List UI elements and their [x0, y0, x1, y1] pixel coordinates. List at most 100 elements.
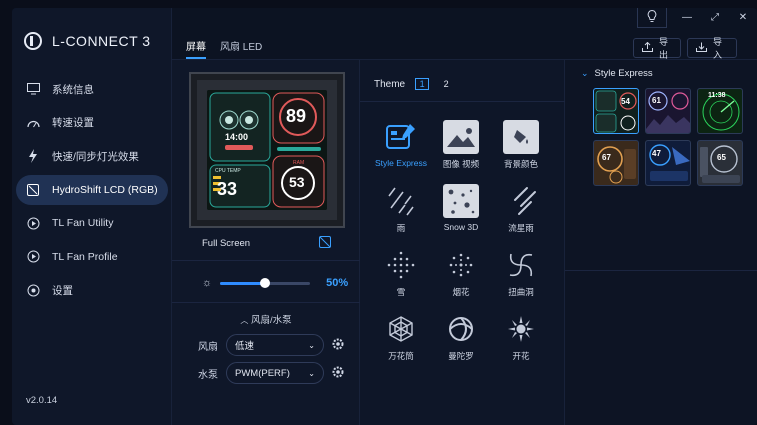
meteor-shower-icon: [503, 184, 539, 218]
lcd-cpu-label: CPU TEMP: [215, 168, 241, 174]
theme-item-snow[interactable]: 雪: [372, 248, 430, 298]
sidebar-nav: 系统信息 转速设置 快速/同步灯光效果 HydroShift LCD (RGB): [16, 74, 168, 309]
theme-page-2[interactable]: 2: [439, 78, 453, 90]
monitor-icon: [26, 82, 40, 96]
thumbnail-2-label: 61: [652, 96, 661, 105]
tab-fan-led[interactable]: 风扇 LED: [220, 38, 262, 59]
theme-item-image-video[interactable]: 图像 视频: [432, 120, 490, 170]
screen-off-icon: [319, 236, 331, 251]
theme-item-blossom[interactable]: 开花: [492, 312, 550, 362]
thumbnail-5-graphic: [649, 144, 690, 181]
fan-speed-select[interactable]: 低速 ⌄: [226, 334, 324, 356]
sidebar-item-label: HydroShift LCD (RGB): [52, 183, 158, 196]
theme-item-label: 雨: [396, 223, 406, 233]
theme-item-label: 曼陀罗: [448, 351, 474, 361]
style-thumbnail-5[interactable]: 47: [645, 140, 691, 186]
app-window: L-CONNECT 3 系统信息 转速设置 快速/同步灯光效果 HydroShi…: [12, 8, 757, 425]
fullscreen-toggle[interactable]: [319, 236, 331, 251]
theme-item-label: 万花筒: [388, 351, 414, 361]
rain-icon: [383, 184, 419, 218]
thumbnail-1-label: 54: [621, 97, 630, 106]
thumbnail-1-graphic: [595, 90, 637, 133]
tab-screen[interactable]: 屏幕: [186, 38, 206, 59]
style-express-header[interactable]: ⌄ Style Express: [581, 68, 653, 79]
sidebar-item-fan-speed[interactable]: 转速设置: [16, 108, 168, 138]
fan-label: 风扇: [198, 341, 218, 353]
theme-item-kaleidoscope[interactable]: 万花筒: [372, 312, 430, 362]
pump-settings-gear-icon[interactable]: [332, 366, 344, 381]
theme-item-label: 烟花: [452, 287, 470, 297]
mandala-icon: [443, 312, 479, 346]
tab-bar: 屏幕 风扇 LED: [186, 38, 262, 59]
lcd-cpu-temp: 33: [217, 179, 238, 199]
brightness-slider[interactable]: [220, 277, 311, 288]
brightness-slider-thumb[interactable]: [260, 277, 271, 288]
lcd-device-frame: 14:00 89 CPU TEMP 33 RAM 53: [189, 72, 345, 228]
theme-item-label: Snow 3D: [443, 222, 479, 232]
theme-item-rain[interactable]: 雨: [372, 184, 430, 234]
speedometer-icon: [26, 116, 40, 130]
chevron-down-icon: ⌄: [308, 368, 315, 378]
style-thumbnail-6[interactable]: 65: [697, 140, 743, 186]
theme-page-1[interactable]: 1: [415, 78, 430, 90]
sidebar: L-CONNECT 3 系统信息 转速设置 快速/同步灯光效果 HydroShi…: [12, 8, 172, 425]
theme-item-background-color[interactable]: 背景颜色: [492, 120, 550, 170]
chevron-down-icon: ⌄: [308, 340, 315, 350]
thumbnail-4-graphic: [597, 146, 636, 184]
fan-settings-gear-icon[interactable]: [332, 338, 344, 353]
theme-item-label: 流星雨: [508, 223, 534, 233]
sidebar-item-settings[interactable]: 设置: [16, 275, 168, 305]
sidebar-item-label: 快速/同步灯光效果: [52, 150, 139, 163]
theme-grid: Style Express 图像 视频 背景颜色 雨 Snow 3D 流星雨 雪…: [372, 120, 562, 362]
theme-item-meteor-shower[interactable]: 流星雨: [492, 184, 550, 234]
blossom-icon: [503, 312, 539, 346]
pump-label: 水泵: [198, 369, 218, 381]
export-icon: [642, 41, 653, 54]
sidebar-item-lighting[interactable]: 快速/同步灯光效果: [16, 141, 168, 171]
lcd-temp-big: 89: [286, 106, 307, 126]
style-thumbnail-2[interactable]: 61: [645, 88, 691, 134]
app-title: L-CONNECT 3: [52, 33, 151, 49]
lcd-preview-panel: 14:00 89 CPU TEMP 33 RAM 53 Full Screen …: [172, 60, 360, 425]
fireworks-icon: [443, 248, 479, 282]
brightness-value: 50%: [326, 277, 349, 289]
import-button[interactable]: 导入: [687, 37, 737, 60]
lcd-ram-label: RAM: [293, 160, 305, 166]
style-thumbnail-1[interactable]: 54: [593, 88, 639, 134]
theme-item-label: Style Express: [375, 158, 427, 168]
style-thumbnail-3[interactable]: 11:38: [697, 88, 743, 134]
lightning-icon: [26, 149, 40, 163]
minimize-button[interactable]: —: [673, 8, 701, 26]
minimize-icon: —: [682, 11, 692, 23]
pump-speed-select[interactable]: PWM(PERF) ⌄: [226, 362, 324, 384]
theme-item-fireworks[interactable]: 烟花: [432, 248, 490, 298]
divider: [360, 101, 565, 102]
close-button[interactable]: ✕: [729, 8, 757, 26]
theme-item-style-express[interactable]: Style Express: [372, 120, 430, 170]
style-thumbnail-4[interactable]: 67: [593, 140, 639, 186]
fan-speed-value: 低速: [235, 341, 255, 352]
app-version: v2.0.14: [26, 395, 58, 406]
sidebar-item-hydroshift-lcd[interactable]: HydroShift LCD (RGB): [16, 174, 168, 205]
thumbnail-4-label: 67: [602, 153, 611, 162]
style-express-icon: [383, 120, 419, 154]
divider: [172, 260, 360, 261]
sidebar-item-system-info[interactable]: 系统信息: [16, 74, 168, 104]
maximize-button[interactable]: ⤢: [701, 8, 729, 26]
thumbnail-5-label: 47: [652, 149, 661, 158]
tips-button[interactable]: [637, 8, 667, 28]
theme-item-mandala[interactable]: 曼陀罗: [432, 312, 490, 362]
theme-item-label: 开花: [512, 351, 530, 361]
export-button[interactable]: 导出: [633, 37, 681, 60]
background-color-icon: [503, 120, 539, 154]
sidebar-item-tl-fan-utility[interactable]: TL Fan Utility: [16, 208, 168, 238]
sidebar-item-tl-fan-profile[interactable]: TL Fan Profile: [16, 242, 168, 272]
lian-li-logo-icon: [24, 32, 42, 50]
theme-item-label: 雪: [396, 287, 406, 297]
sidebar-item-label: 转速设置: [52, 117, 94, 129]
brightness-icon: ☼: [202, 277, 213, 289]
theme-item-vortex[interactable]: 扭曲洞: [492, 248, 550, 298]
snow-3d-icon: [443, 184, 479, 218]
lcd-time: 14:00: [225, 132, 249, 142]
theme-item-snow-3d[interactable]: Snow 3D: [432, 184, 490, 234]
